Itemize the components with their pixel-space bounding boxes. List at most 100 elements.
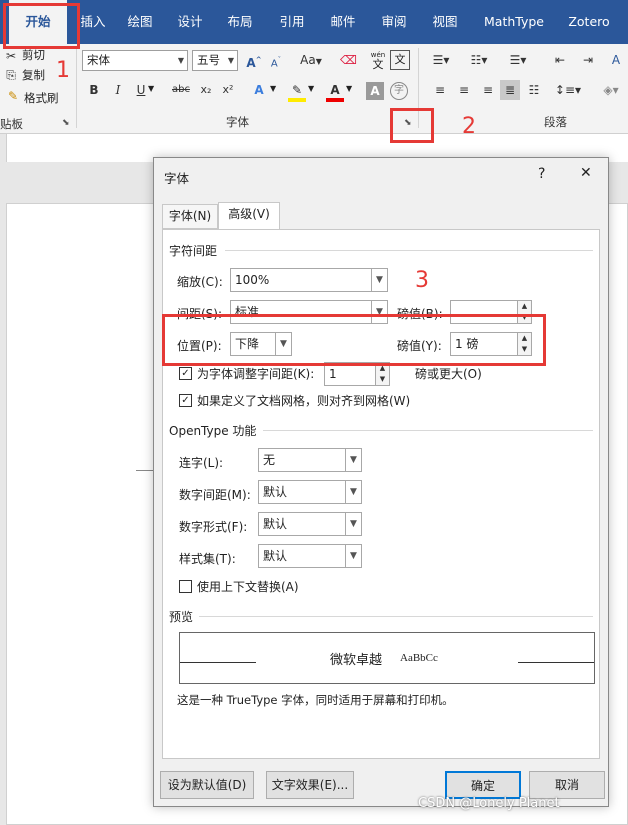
tab-mailings[interactable]: 邮件 — [320, 0, 366, 44]
ligatures-value: 无 — [263, 453, 276, 467]
set-default-button[interactable]: 设为默认值(D) — [160, 771, 254, 799]
increase-indent-icon[interactable]: ⇥ — [578, 50, 598, 70]
italic-button[interactable]: I — [110, 80, 126, 100]
align-center-icon[interactable]: ≡ — [454, 80, 474, 100]
section-divider — [225, 250, 593, 251]
tab-advanced[interactable]: 高级(V) — [218, 202, 280, 230]
preview-latin: AaBbCc — [400, 652, 438, 664]
shrink-font-icon[interactable]: Aˇ — [268, 50, 284, 74]
chevron-down-icon: ▼ — [177, 56, 184, 65]
chevron-down-icon: ▼ — [345, 481, 361, 503]
char-spacing-section: 字符间距 — [169, 244, 218, 258]
annotation-number-3: 3 — [415, 268, 429, 293]
text-effects-button[interactable]: 文字效果(E)... — [266, 771, 354, 799]
kerning-label: 为字体调整字间距(K): — [197, 367, 315, 381]
scale-combo[interactable]: 100% ▼ — [230, 268, 388, 292]
dialog-title: 字体 — [164, 171, 190, 186]
chevron-down-icon[interactable]: ▼ — [346, 84, 352, 93]
annotation-box-3 — [162, 314, 546, 366]
chinese-layout-icon[interactable]: A — [606, 50, 626, 70]
num-spacing-label: 数字间距(M): — [179, 488, 251, 502]
opentype-section: OpenType 功能 — [169, 424, 257, 438]
font-size-value: 五号 — [197, 53, 220, 67]
preview-section: 预览 — [169, 610, 194, 624]
clipboard-launcher-icon[interactable]: ⬊ — [62, 118, 70, 128]
format-painter-button[interactable]: 格式刷 — [24, 90, 59, 106]
tab-references[interactable]: 引用 — [270, 0, 314, 44]
justify-icon[interactable]: ≣ — [500, 80, 520, 100]
contextual-checkbox[interactable] — [179, 580, 192, 593]
char-shading-icon[interactable]: A — [366, 82, 384, 100]
char-border-button[interactable]: 文 — [390, 50, 410, 70]
annotation-box-1 — [3, 3, 80, 49]
help-button[interactable]: ? — [538, 166, 545, 182]
chevron-down-icon: ▼ — [227, 56, 234, 65]
enclose-char-label: 字 — [394, 85, 404, 96]
underline-button[interactable]: U — [134, 80, 148, 100]
phonetic-guide-button[interactable]: wén 文 — [368, 49, 388, 71]
grid-checkbox[interactable]: ✓ — [179, 394, 192, 407]
subscript-button[interactable]: x₂ — [198, 80, 214, 100]
bullets-icon[interactable]: ☰▾ — [428, 50, 454, 70]
tab-draw[interactable]: 绘图 — [118, 0, 162, 44]
chevron-down-icon[interactable]: ▼ — [270, 84, 276, 93]
tab-mathtype[interactable]: MathType — [476, 0, 552, 44]
num-forms-value: 默认 — [263, 517, 288, 531]
tab-design[interactable]: 设计 — [168, 0, 212, 44]
stylistic-sets-combo[interactable]: 默认 ▼ — [258, 544, 362, 568]
num-forms-combo[interactable]: 默认 ▼ — [258, 512, 362, 536]
cancel-button[interactable]: 取消 — [529, 771, 605, 799]
align-left-icon[interactable]: ≡ — [430, 80, 450, 100]
kerning-checkbox[interactable]: ✓ — [179, 367, 192, 380]
enclose-char-button[interactable]: 字 — [390, 82, 408, 100]
num-spacing-value: 默认 — [263, 485, 288, 499]
kerning-suffix: 磅或更大(O) — [415, 367, 482, 381]
text-effects-icon[interactable]: A — [250, 80, 268, 100]
num-forms-label: 数字形式(F): — [179, 520, 248, 534]
strikethrough-button[interactable]: abc — [170, 80, 192, 100]
clear-format-icon[interactable]: ⌫ — [340, 50, 357, 70]
line-spacing-icon[interactable]: ↕≡▾ — [554, 80, 582, 100]
cut-button[interactable]: 剪切 — [22, 47, 45, 63]
preview-box: 微软卓越 AaBbCc — [179, 632, 595, 684]
contextual-label: 使用上下文替换(A) — [197, 580, 299, 594]
preview-baseline-left — [180, 662, 256, 663]
section-divider — [263, 430, 593, 431]
clipboard-group-label: 贴板 — [0, 117, 23, 131]
tab-font[interactable]: 字体(N) — [162, 204, 218, 229]
decrease-indent-icon[interactable]: ⇤ — [550, 50, 570, 70]
chevron-down-icon[interactable]: ▼ — [308, 84, 314, 93]
stylistic-sets-value: 默认 — [263, 549, 288, 563]
close-button[interactable]: ✕ — [580, 165, 592, 181]
grow-font-icon[interactable]: A^ — [246, 50, 262, 73]
superscript-button[interactable]: x² — [220, 80, 236, 100]
phonetic-char: 文 — [372, 58, 384, 71]
distributed-icon[interactable]: ☷ — [524, 80, 544, 100]
font-group-label: 字体 — [226, 115, 249, 129]
highlight-icon[interactable]: ✎ — [288, 80, 306, 102]
chevron-down-icon[interactable]: ▼ — [148, 84, 154, 93]
tab-review[interactable]: 审阅 — [372, 0, 416, 44]
scale-value: 100% — [235, 273, 270, 287]
section-divider — [199, 616, 593, 617]
numbering-icon[interactable]: ☷▾ — [466, 50, 492, 70]
font-color-icon[interactable]: A — [326, 80, 344, 102]
multilevel-list-icon[interactable]: ☰▾ — [504, 50, 532, 70]
brush-icon: ✎ — [7, 89, 19, 103]
bold-button[interactable]: B — [86, 80, 102, 100]
copy-icon: ⎘ — [6, 68, 16, 82]
font-size-combo[interactable]: 五号 ▼ — [192, 50, 238, 71]
spinner-arrows[interactable]: ▲ ▼ — [375, 363, 389, 385]
copy-button[interactable]: 复制 — [22, 67, 45, 83]
num-spacing-combo[interactable]: 默认 ▼ — [258, 480, 362, 504]
annotation-number-1: 1 — [56, 58, 70, 83]
ok-button[interactable]: 确定 — [445, 771, 521, 799]
tab-layout[interactable]: 布局 — [218, 0, 262, 44]
ligatures-combo[interactable]: 无 ▼ — [258, 448, 362, 472]
change-case-button[interactable]: Aa▼ — [296, 50, 326, 72]
font-name-combo[interactable]: 宋体 ▼ — [82, 50, 188, 71]
tab-view[interactable]: 视图 — [422, 0, 468, 44]
tab-zotero[interactable]: Zotero — [560, 0, 618, 44]
align-right-icon[interactable]: ≡ — [478, 80, 498, 100]
shading-icon[interactable]: ◈▾ — [598, 80, 624, 100]
